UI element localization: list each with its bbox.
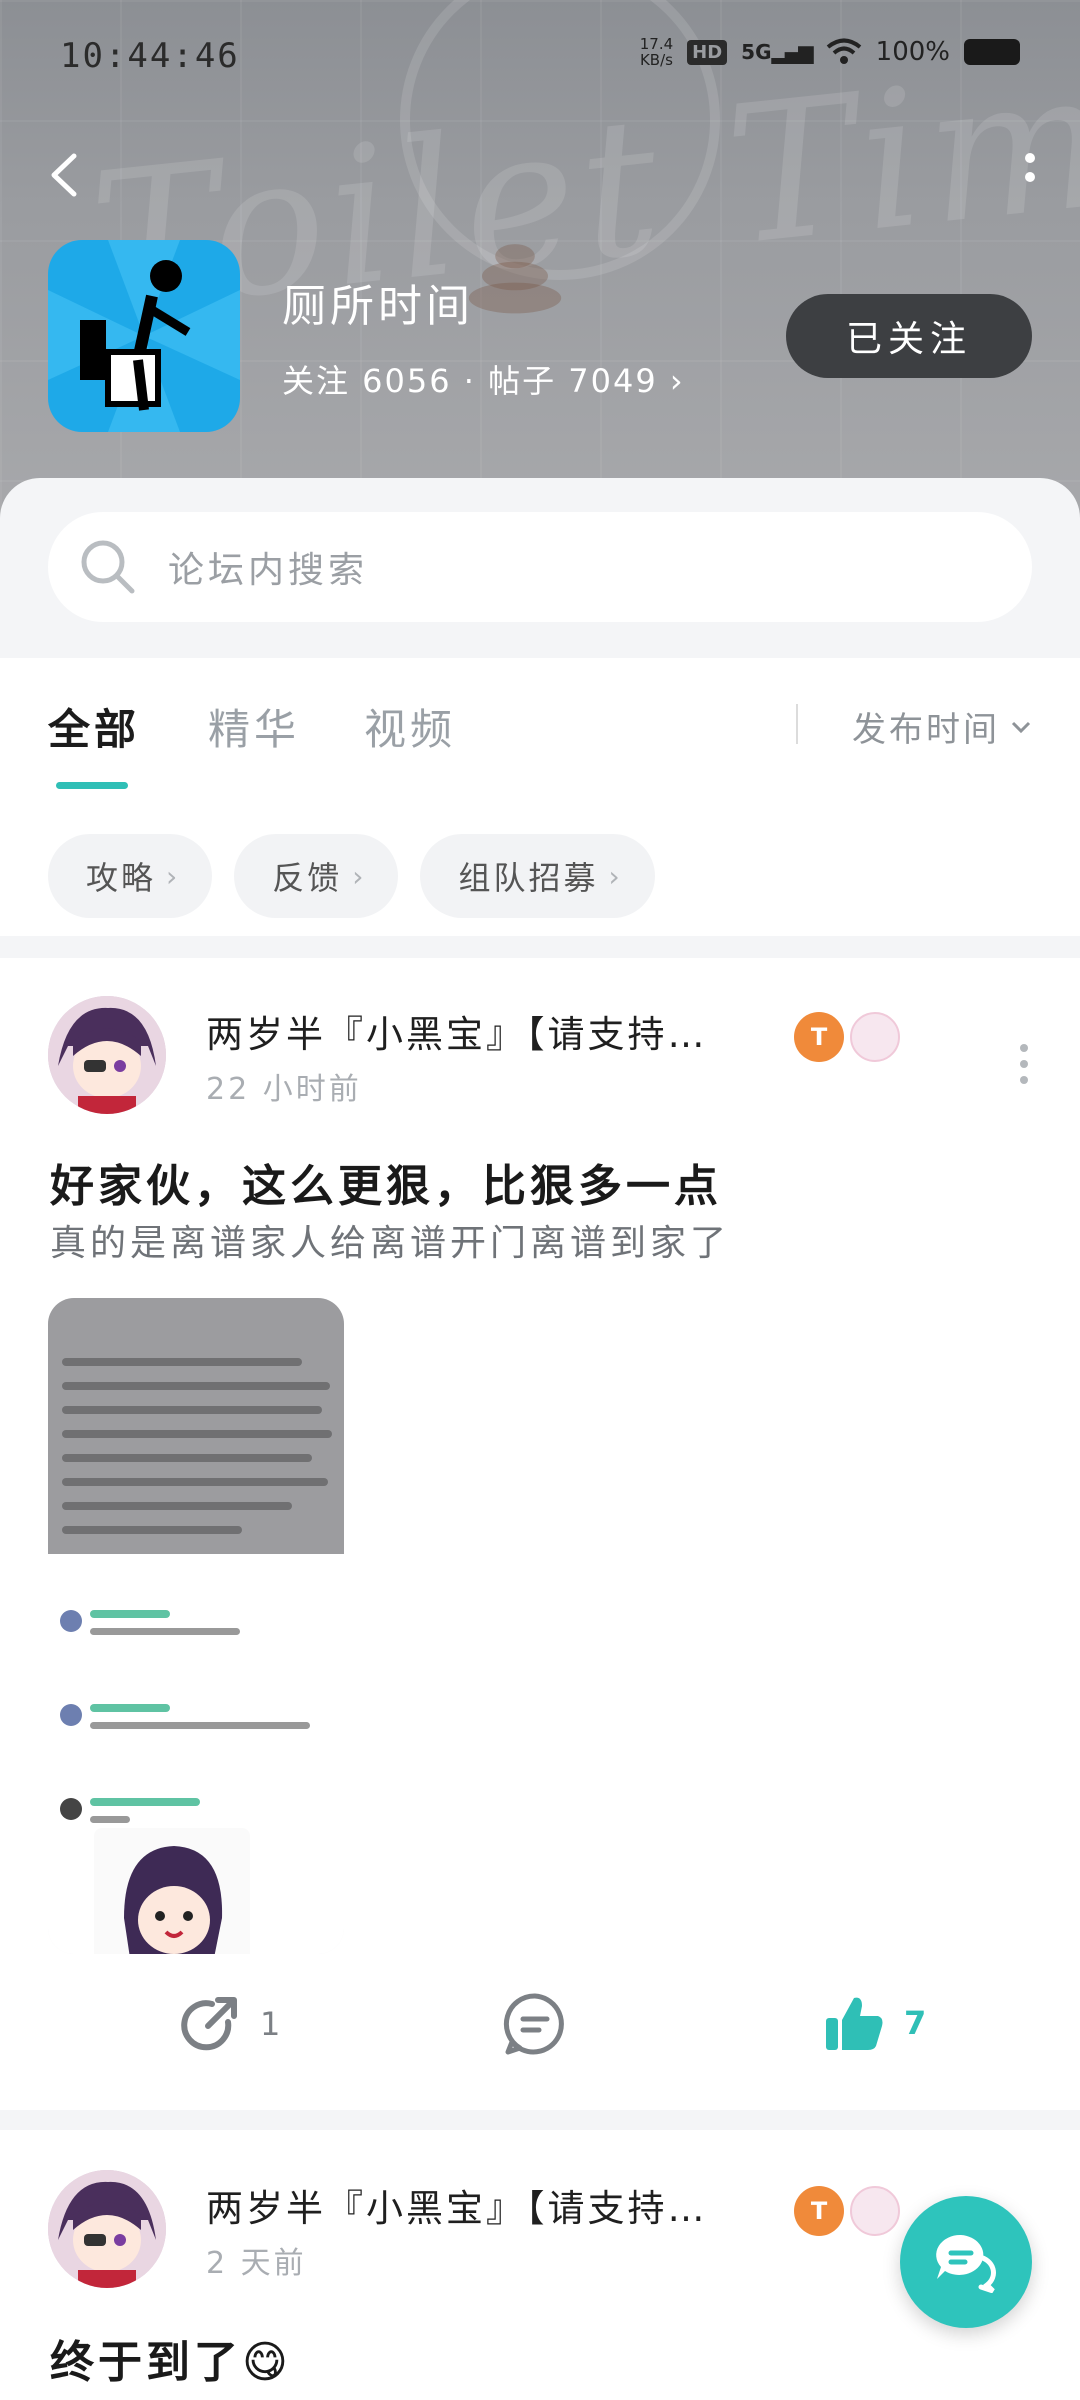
battery-percent: 100% xyxy=(875,37,950,67)
chip-guides[interactable]: 攻略 › xyxy=(48,834,213,918)
level-badge: T xyxy=(794,2186,844,2236)
avatar[interactable] xyxy=(48,996,166,1114)
back-arrow-icon[interactable] xyxy=(40,148,94,202)
post-card[interactable]: 两岁半『小黑宝』【请支持… 22 小时前 T 好家伙，这么更狠，比狠多一点 真的… xyxy=(0,958,1080,2110)
tab-divider xyxy=(796,704,798,744)
share-count: 1 xyxy=(260,2005,281,2043)
status-time: 10:44:46 xyxy=(60,36,240,76)
forum-header: Toilet Time! 10:44:46 17.4 KB/s HD 5G▂▄▆… xyxy=(0,0,1080,520)
search-bar[interactable]: 论坛内搜索 xyxy=(48,512,1032,622)
comment-button[interactable] xyxy=(502,1992,568,2056)
avatar-frame-badge xyxy=(850,1012,900,1062)
post-image[interactable] xyxy=(48,1298,344,1954)
follow-button[interactable]: 已关注 xyxy=(786,294,1032,378)
chip-feedback[interactable]: 反馈 › xyxy=(234,834,399,918)
level-badge: T xyxy=(794,1012,844,1062)
battery-icon xyxy=(964,39,1020,65)
status-icons: 17.4 KB/s HD 5G▂▄▆ 100% xyxy=(640,36,1020,68)
chevron-right-icon: › xyxy=(608,859,623,893)
post-actions: 1 7 xyxy=(0,1978,1080,2068)
forum-avatar xyxy=(48,240,240,432)
new-post-button[interactable] xyxy=(900,2196,1032,2328)
avatar[interactable] xyxy=(48,2170,166,2288)
category-chips: 攻略 › 反馈 › 组队招募 › xyxy=(48,834,655,918)
image-screenshot-top xyxy=(48,1298,344,1554)
chevron-right-icon: › xyxy=(166,859,181,893)
chat-icon xyxy=(936,2234,996,2293)
image-sticker xyxy=(94,1828,250,1954)
forum-stats[interactable]: 关注 6056 · 帖子 7049 › xyxy=(282,356,685,402)
search-icon xyxy=(81,540,135,594)
poop-decoration-icon xyxy=(468,244,562,314)
wifi-icon xyxy=(826,38,861,64)
post-title[interactable]: 好家伙，这么更狠，比狠多一点 xyxy=(50,1150,722,1214)
cellular-signal-icon: 5G▂▄▆ xyxy=(741,40,814,64)
share-button[interactable]: 1 xyxy=(178,1992,280,2056)
chevron-right-icon: › xyxy=(669,362,685,400)
comment-icon xyxy=(503,1993,564,2055)
network-speed: 17.4 KB/s xyxy=(639,35,674,69)
post-title[interactable]: 终于到了😋 xyxy=(50,2326,292,2390)
forum-name: 厕所时间 xyxy=(282,281,474,332)
chip-team-recruit[interactable]: 组队招募 › xyxy=(420,834,655,918)
chevron-right-icon: › xyxy=(352,859,367,893)
tab-featured[interactable]: 精华 xyxy=(208,696,300,757)
anime-avatar-icon xyxy=(48,996,166,1114)
sort-dropdown[interactable]: 发布时间 xyxy=(852,702,1032,751)
more-vertical-icon[interactable] xyxy=(1018,1042,1030,1086)
more-vertical-icon[interactable] xyxy=(1020,150,1040,204)
like-button[interactable]: 7 xyxy=(824,1992,926,2054)
post-time: 2 天前 xyxy=(206,2246,307,2281)
post-author[interactable]: 两岁半『小黑宝』【请支持… xyxy=(206,2178,708,2232)
chevron-down-icon xyxy=(1011,721,1031,733)
post-summary[interactable]: 真的是离谱家人给离谱开门离谱到家了 xyxy=(50,1214,730,1266)
like-count: 7 xyxy=(904,2004,927,2042)
thumbs-up-icon xyxy=(826,1997,883,2050)
tab-all[interactable]: 全部 xyxy=(48,696,140,757)
post-time: 22 小时前 xyxy=(206,1072,362,1107)
tabs-section: 全部 精华 视频 发布时间 攻略 › 反馈 › 组队招募 › xyxy=(0,658,1080,936)
status-bar: 10:44:46 17.4 KB/s HD 5G▂▄▆ 100% xyxy=(0,0,1080,110)
avatar-frame-badge xyxy=(850,2186,900,2236)
search-input[interactable]: 论坛内搜索 xyxy=(168,541,368,593)
post-author[interactable]: 两岁半『小黑宝』【请支持… xyxy=(206,1004,708,1058)
hd-icon: HD xyxy=(687,39,728,65)
tab-video[interactable]: 视频 xyxy=(364,696,456,757)
active-tab-indicator xyxy=(56,782,128,789)
toilet-person-icon xyxy=(48,240,240,432)
anime-avatar-icon xyxy=(48,2170,166,2288)
share-icon xyxy=(181,1997,237,2051)
